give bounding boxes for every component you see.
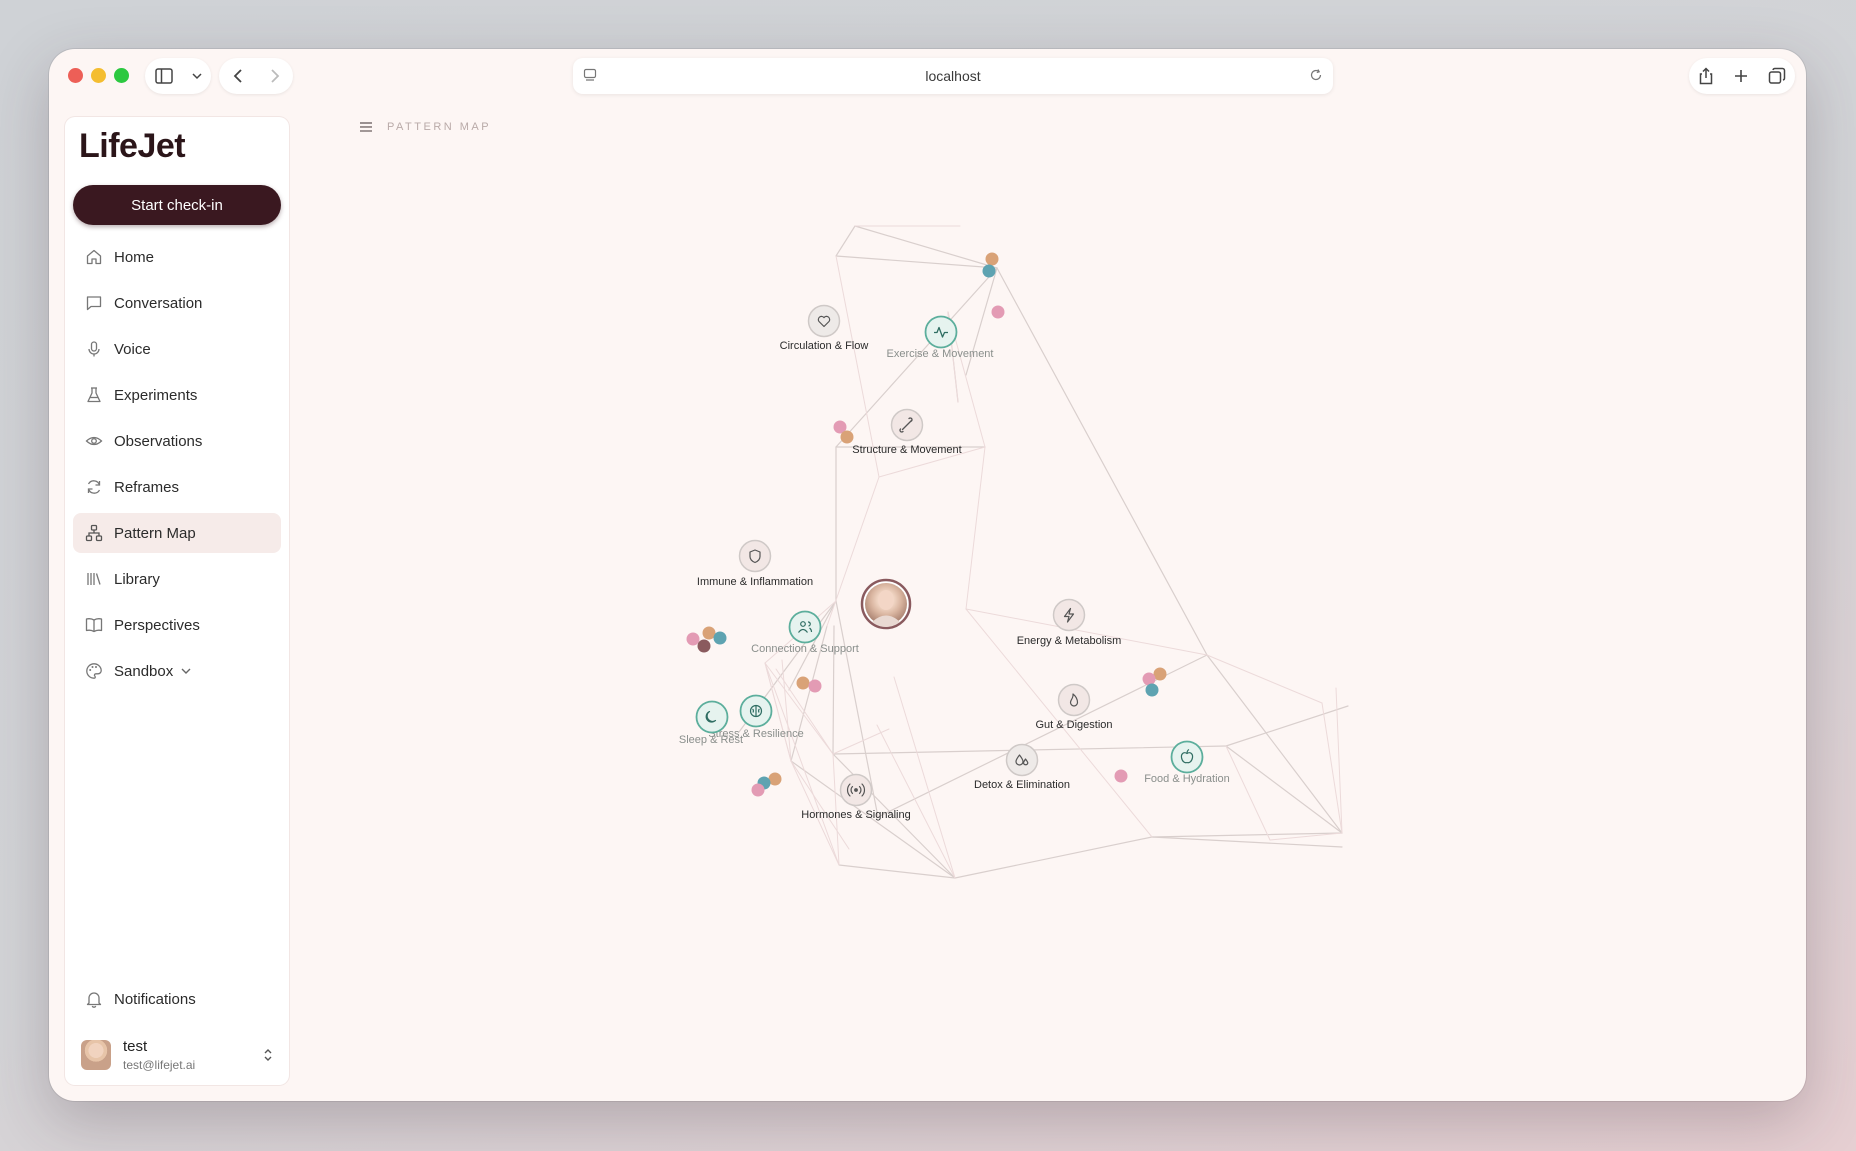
node-detox[interactable]: Detox & Elimination: [974, 743, 1070, 792]
pattern-dot[interactable]: [751, 783, 765, 797]
node-label: Circulation & Flow: [780, 340, 869, 352]
pattern-dot[interactable]: [1145, 683, 1159, 697]
node-label: Gut & Digestion: [1035, 719, 1112, 731]
pattern-dot[interactable]: [982, 264, 996, 278]
node-food[interactable]: Food & Hydration: [1144, 740, 1230, 786]
node-label: Detox & Elimination: [974, 779, 1070, 791]
user-avatar[interactable]: [860, 578, 912, 630]
node-label: Energy & Metabolism: [1017, 635, 1122, 647]
pattern-dot[interactable]: [697, 639, 711, 653]
node-label: Sleep & Rest: [679, 734, 743, 746]
node-label: Immune & Inflammation: [697, 576, 813, 588]
pattern-dot[interactable]: [1114, 769, 1128, 783]
node-energy[interactable]: Energy & Metabolism: [1017, 598, 1122, 648]
node-label: Exercise & Movement: [887, 348, 994, 360]
pattern-dot[interactable]: [686, 632, 700, 646]
node-label: Structure & Movement: [852, 444, 961, 456]
pattern-dot[interactable]: [808, 679, 822, 693]
node-sleep[interactable]: Sleep & Rest: [679, 700, 743, 747]
pattern-dot[interactable]: [840, 430, 854, 444]
pattern-dot[interactable]: [991, 305, 1005, 319]
node-structure[interactable]: Structure & Movement: [852, 408, 962, 457]
pattern-dot[interactable]: [985, 252, 999, 266]
pattern-map-graph[interactable]: Circulation & Flow Exercise & Movement S…: [49, 49, 1806, 1101]
node-label: Hormones & Signaling: [801, 809, 910, 821]
pattern-dot[interactable]: [1142, 672, 1156, 686]
browser-window: localhost LifeJet Start check-in Home Co…: [49, 49, 1806, 1101]
node-immune[interactable]: Immune & Inflammation: [697, 539, 813, 589]
node-circulation[interactable]: Circulation & Flow: [780, 304, 869, 353]
node-exercise[interactable]: Exercise & Movement: [887, 315, 994, 361]
node-hormones[interactable]: Hormones & Signaling: [801, 773, 911, 822]
pattern-dot[interactable]: [713, 631, 727, 645]
pattern-dot[interactable]: [796, 676, 810, 690]
node-label: Connection & Support: [751, 643, 859, 655]
node-label: Food & Hydration: [1144, 773, 1230, 785]
